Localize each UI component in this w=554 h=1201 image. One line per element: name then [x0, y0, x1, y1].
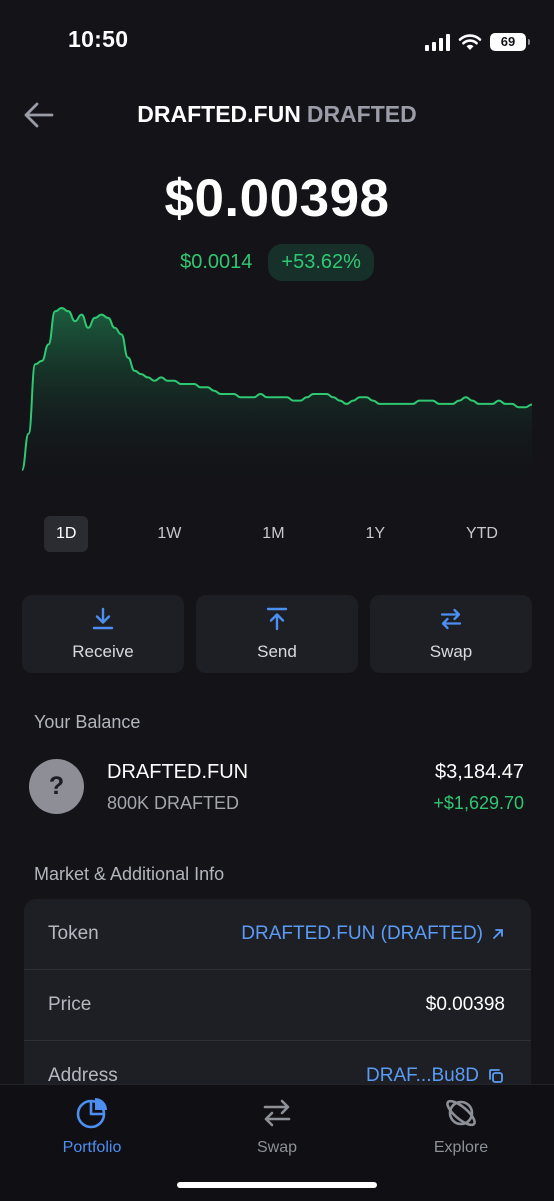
receive-button[interactable]: Receive [22, 595, 184, 673]
range-1m[interactable]: 1M [250, 516, 296, 552]
home-indicator [177, 1182, 377, 1188]
current-price: $0.00398 [164, 169, 390, 228]
market-info-card: Token DRAFTED.FUN (DRAFTED) Price $0.003… [24, 899, 531, 1099]
status-time: 10:50 [68, 26, 129, 52]
swap-button[interactable]: Swap [370, 595, 532, 673]
tab-swap[interactable]: Swap [202, 1095, 352, 1157]
price-change: $0.0014 +53.62% [0, 244, 554, 281]
send-label: Send [257, 642, 297, 661]
info-row-token: Token DRAFTED.FUN (DRAFTED) [24, 899, 531, 970]
tab-label: Explore [433, 1139, 489, 1156]
status-icons: 69 [425, 28, 530, 56]
receive-label: Receive [72, 642, 134, 661]
balance-token-name: DRAFTED.FUN [107, 761, 249, 783]
time-range-selector: 1D 1W 1M 1Y YTD [22, 516, 532, 552]
tab-label: Portfolio [62, 1139, 122, 1156]
price-chart[interactable] [22, 300, 532, 485]
tab-portfolio[interactable]: Portfolio [17, 1095, 167, 1157]
info-value: $0.00398 [425, 994, 505, 1015]
action-buttons: Receive Send Swap [22, 595, 532, 673]
swap-arrows-icon [263, 1099, 291, 1127]
balance-pnl: +$1,629.70 [433, 793, 524, 813]
price-change-percent: +53.62% [268, 244, 374, 281]
token-avatar-placeholder: ? [29, 759, 84, 814]
swap-label: Swap [429, 642, 473, 661]
download-icon [92, 607, 114, 630]
upload-icon [266, 607, 288, 631]
tab-label: Swap [256, 1139, 298, 1156]
range-1w[interactable]: 1W [145, 516, 193, 552]
wifi-icon [458, 34, 482, 50]
balance-value: $3,184.47 [435, 761, 524, 783]
info-key: Token [48, 923, 99, 944]
tab-explore[interactable]: Explore [386, 1095, 536, 1157]
balance-section-title: Your Balance [34, 712, 141, 732]
info-row-price: Price $0.00398 [24, 970, 531, 1041]
cellular-signal-icon [425, 33, 450, 51]
range-1d[interactable]: 1D [44, 516, 89, 552]
page-title: DRAFTED.FUN DRAFTED [0, 101, 554, 128]
balance-token-amount: 800K DRAFTED [107, 793, 240, 813]
planet-icon [446, 1099, 476, 1127]
pie-chart-icon [76, 1098, 107, 1129]
range-1y[interactable]: 1Y [353, 516, 397, 552]
send-button[interactable]: Send [196, 595, 358, 673]
info-key: Price [48, 994, 92, 1015]
range-ytd[interactable]: YTD [454, 516, 510, 552]
token-name: DRAFTED.FUN [137, 101, 301, 127]
token-symbol: DRAFTED [306, 101, 417, 127]
copy-icon [489, 1069, 503, 1083]
swap-arrows-icon [440, 608, 462, 630]
external-link-icon [493, 929, 503, 939]
market-section-title: Market & Additional Info [34, 864, 225, 884]
battery-icon: 69 [490, 33, 530, 51]
token-explorer-link[interactable]: DRAFTED.FUN (DRAFTED) [241, 923, 505, 945]
info-value: DRAFTED.FUN (DRAFTED) [241, 923, 483, 944]
price-change-absolute: $0.0014 [180, 251, 253, 273]
